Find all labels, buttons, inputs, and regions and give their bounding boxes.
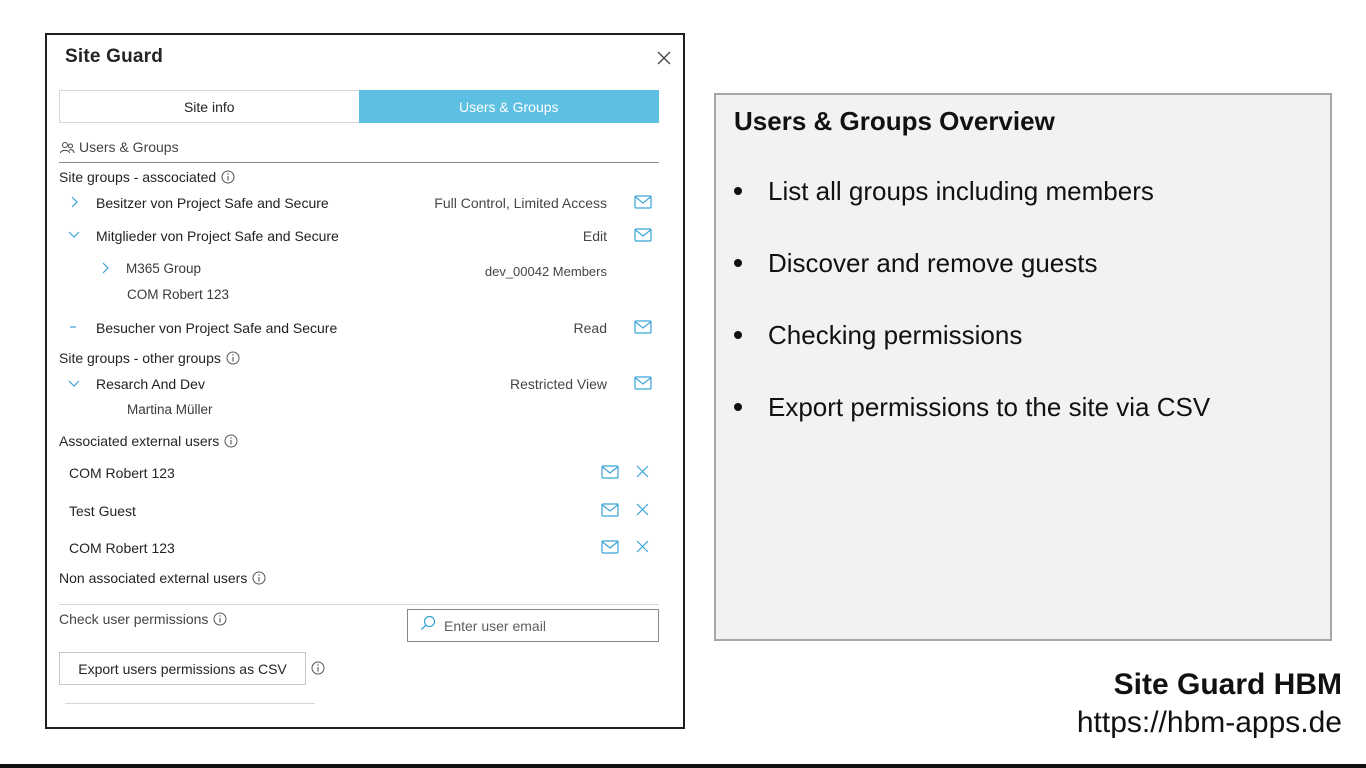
search-icon: [420, 615, 436, 636]
people-icon: [59, 139, 79, 159]
divider: [65, 703, 315, 704]
mail-icon[interactable]: [634, 320, 652, 334]
brand-name: Site Guard HBM: [1113, 668, 1342, 701]
bottom-bar: [0, 764, 1366, 768]
user-email-search[interactable]: [407, 609, 659, 642]
group-name-besucher: Besucher von Project Safe and Secure: [96, 320, 338, 336]
export-csv-button[interactable]: Export users permissions as CSV: [59, 652, 306, 685]
mail-icon[interactable]: [634, 376, 652, 390]
site-guard-panel: Site Guard Site info Users & Groups User…: [45, 33, 685, 729]
subgroup-name: M365 Group: [126, 261, 202, 276]
overview-title: Users & Groups Overview: [734, 106, 1055, 136]
panel-title: Site Guard: [65, 46, 164, 67]
bullet-icon: [734, 331, 742, 339]
group-member: Martina Müller: [127, 402, 213, 417]
tab-users-groups[interactable]: Users & Groups: [358, 90, 659, 123]
list-item: Checking permissions: [734, 319, 1210, 351]
tab-bar: Site info Users & Groups: [59, 90, 659, 123]
site-groups-other-text: Site groups - other groups: [59, 350, 221, 366]
chevron-right-icon[interactable]: [100, 261, 110, 275]
remove-icon[interactable]: [636, 540, 649, 553]
group-permission: Restricted View: [509, 376, 607, 392]
non-associated-external-label: Non associated external users: [59, 570, 266, 586]
external-user: Test Guest: [69, 503, 136, 519]
info-icon[interactable]: [224, 434, 238, 448]
associated-external-label: Associated external users: [59, 433, 238, 449]
mail-icon[interactable]: [601, 465, 619, 479]
list-item-text: Discover and remove guests: [768, 247, 1098, 278]
section-label: Users & Groups: [79, 139, 179, 155]
check-permissions-label: Check user permissions: [59, 611, 227, 627]
non-associated-external-text: Non associated external users: [59, 570, 248, 586]
divider: [59, 604, 659, 605]
group-member: COM Robert 123: [127, 287, 230, 302]
bullet-icon: [734, 187, 742, 195]
external-user: COM Robert 123: [69, 540, 175, 556]
group-name-besitzer: Besitzer von Project Safe and Secure: [96, 195, 329, 211]
list-item: Export permissions to the site via CSV: [734, 391, 1210, 423]
external-user: COM Robert 123: [69, 465, 175, 481]
site-groups-associated-label: Site groups - asscociated: [59, 169, 235, 185]
users-groups-section-header: Users & Groups: [59, 139, 659, 163]
group-name-research: Resarch And Dev: [96, 376, 205, 392]
tab-site-info[interactable]: Site info: [59, 90, 359, 123]
subgroup-members: dev_00042 Members: [484, 264, 607, 279]
site-groups-other-label: Site groups - other groups: [59, 350, 240, 366]
info-icon[interactable]: [213, 612, 227, 626]
list-item-text: Export permissions to the site via CSV: [768, 391, 1211, 422]
info-icon[interactable]: [311, 661, 325, 675]
mail-icon[interactable]: [634, 228, 652, 242]
bullet-icon: [734, 403, 742, 411]
info-icon[interactable]: [252, 571, 266, 585]
info-icon[interactable]: [221, 170, 235, 184]
mail-icon[interactable]: [634, 195, 652, 209]
close-icon[interactable]: [657, 51, 673, 67]
overview-list: List all groups including members Discov…: [734, 175, 1210, 463]
chevron-down-icon[interactable]: [67, 229, 81, 239]
site-groups-associated-text: Site groups - asscociated: [59, 169, 217, 185]
group-permission: Full Control, Limited Access: [434, 195, 607, 211]
overview-box: Users & Groups Overview List all groups …: [714, 93, 1332, 641]
check-permissions-text: Check user permissions: [59, 611, 209, 627]
user-email-input[interactable]: [444, 617, 634, 634]
remove-icon[interactable]: [636, 503, 649, 516]
remove-icon[interactable]: [636, 465, 649, 478]
list-item-text: Checking permissions: [768, 319, 1023, 350]
bullet-icon: [734, 259, 742, 267]
info-icon[interactable]: [226, 351, 240, 365]
group-permission: Read: [573, 320, 607, 336]
mail-icon[interactable]: [601, 540, 619, 554]
list-item-text: List all groups including members: [768, 175, 1154, 206]
associated-external-text: Associated external users: [59, 433, 220, 449]
chevron-down-icon[interactable]: [67, 378, 81, 388]
list-item: List all groups including members: [734, 175, 1210, 207]
group-name-mitglieder: Mitglieder von Project Safe and Secure: [96, 228, 339, 244]
brand-url[interactable]: https://hbm-apps.de: [1077, 703, 1342, 743]
list-item: Discover and remove guests: [734, 247, 1210, 279]
chevron-right-icon[interactable]: [69, 195, 79, 209]
group-permission: Edit: [582, 228, 607, 244]
brand-block: Site Guard HBM https://hbm-apps.de: [1077, 667, 1342, 743]
dash-icon: [70, 326, 78, 328]
mail-icon[interactable]: [601, 503, 619, 517]
